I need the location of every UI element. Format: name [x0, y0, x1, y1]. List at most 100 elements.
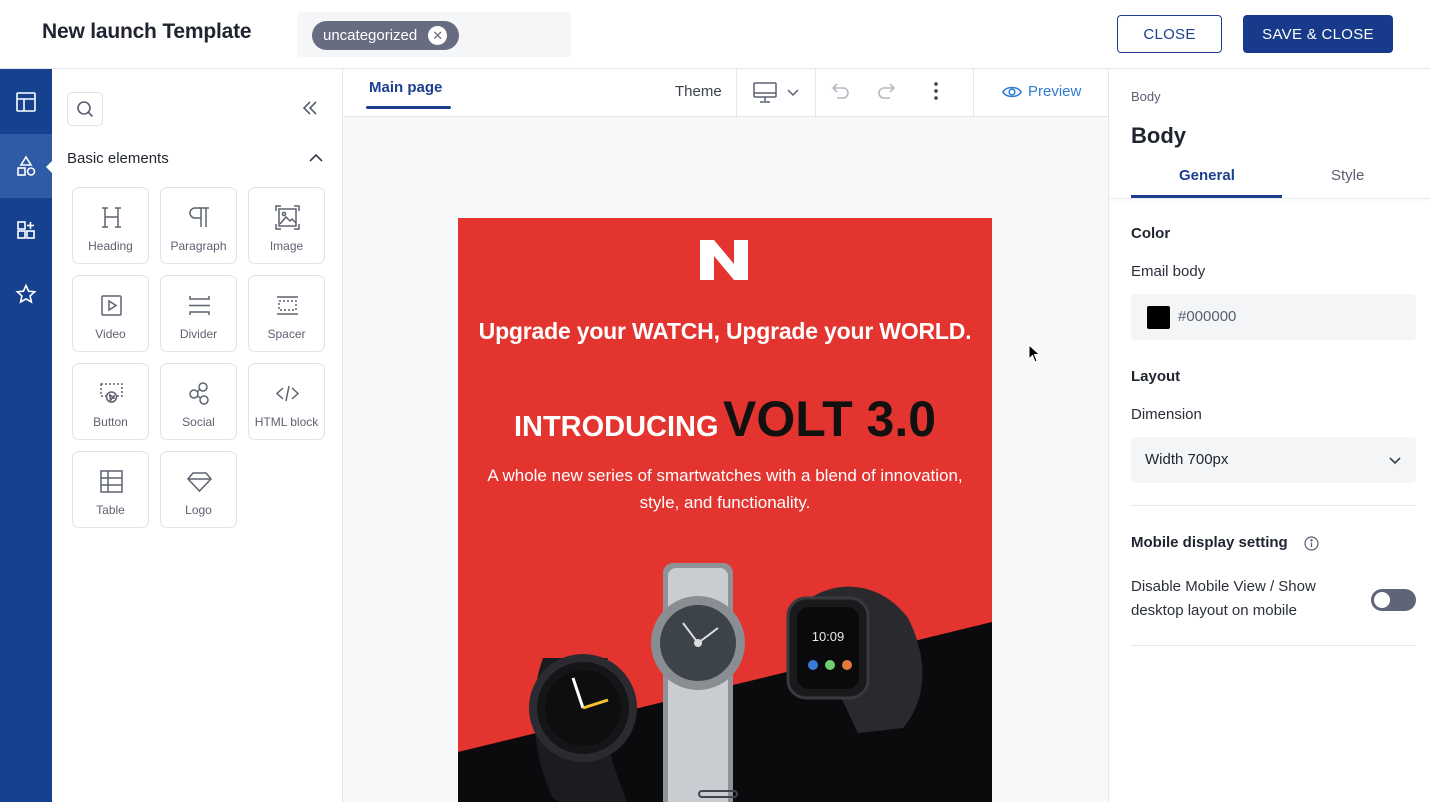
mobile-setting-text: Disable Mobile View / Show desktop layou… [1131, 578, 1316, 619]
redo-button[interactable] [876, 82, 898, 107]
brand-logo [700, 240, 748, 280]
color-swatch[interactable] [1147, 306, 1170, 329]
tile-label: Image [269, 239, 304, 253]
mobile-view-toggle[interactable] [1371, 589, 1416, 611]
rail-favorites-button[interactable] [0, 262, 52, 326]
logo-icon [186, 472, 213, 493]
editor-canvas[interactable]: 10:09 Upgrade your WATCH, Upgrade your W… [343, 117, 1108, 802]
email-body-label: Email body [1131, 263, 1206, 280]
template-title: New launch Template [42, 20, 252, 43]
tile-label: Button [93, 415, 128, 429]
tile-label: Social [182, 415, 215, 429]
email-intro: INTRODUCING VOLT 3.0 [458, 390, 992, 448]
toggle-knob [1374, 592, 1390, 608]
paragraph-icon [189, 207, 209, 227]
dimension-select[interactable]: Width 700px [1131, 437, 1416, 483]
tile-image[interactable]: Image [248, 187, 325, 264]
tile-label: Logo [185, 503, 212, 517]
tile-spacer[interactable]: Spacer [248, 275, 325, 352]
tile-html-block[interactable]: HTML block [248, 363, 325, 440]
tile-label: Video [95, 327, 126, 341]
canvas-resize-handle[interactable] [698, 790, 738, 798]
breadcrumb: Body [1131, 89, 1161, 104]
dimension-label: Dimension [1131, 406, 1202, 423]
redo-icon [878, 83, 896, 99]
undo-button[interactable] [829, 82, 851, 107]
tab-general[interactable]: General [1179, 167, 1235, 184]
device-selector[interactable] [753, 81, 803, 110]
tile-button[interactable]: Button [72, 363, 149, 440]
tile-label: Spacer [267, 327, 306, 341]
dimension-value: Width 700px [1145, 451, 1229, 468]
email-body-color-field[interactable]: #000000 [1131, 294, 1416, 340]
preview-button[interactable]: Preview [1028, 83, 1081, 100]
tab-main-page[interactable]: Main page [369, 79, 442, 96]
email-body[interactable]: 10:09 Upgrade your WATCH, Upgrade your W… [458, 218, 992, 802]
email-headline: Upgrade your WATCH, Upgrade your WORLD. [478, 318, 972, 344]
tile-paragraph[interactable]: Paragraph [160, 187, 237, 264]
elements-icon [17, 155, 36, 176]
basic-elements-heading: Basic elements [67, 150, 169, 167]
add-block-icon [17, 221, 35, 239]
star-icon [15, 283, 37, 304]
divider-icon [189, 296, 210, 315]
tab-style[interactable]: Style [1331, 167, 1364, 184]
tile-label: Table [96, 503, 125, 517]
undo-icon [831, 83, 849, 99]
mouse-cursor-icon [1028, 344, 1041, 363]
left-rail [0, 69, 53, 802]
watch-left-image [529, 654, 637, 802]
theme-button[interactable]: Theme [675, 83, 722, 100]
watch-time-text: 10:09 [812, 629, 845, 644]
section-divider [1131, 645, 1416, 646]
rail-layout-button[interactable] [0, 70, 52, 134]
tile-label: HTML block [254, 415, 319, 429]
toolbar-divider [973, 69, 974, 116]
color-heading: Color [1131, 225, 1171, 242]
intro-product-name: VOLT 3.0 [723, 391, 937, 447]
tile-social[interactable]: Social [160, 363, 237, 440]
info-icon[interactable] [1304, 536, 1319, 551]
remove-tag-icon[interactable]: ✕ [428, 26, 448, 45]
tile-heading[interactable]: Heading [72, 187, 149, 264]
tile-video[interactable]: Video [72, 275, 149, 352]
color-hex-value: #000000 [1178, 308, 1237, 325]
chevron-up-icon[interactable] [309, 151, 323, 170]
tile-label: Paragraph [170, 239, 227, 253]
more-options-button[interactable] [931, 81, 941, 106]
tile-label: Divider [179, 327, 218, 341]
intro-small-text: INTRODUCING [513, 411, 719, 443]
video-icon [101, 295, 122, 316]
rail-blocks-button[interactable] [0, 198, 52, 262]
close-button[interactable]: CLOSE [1117, 15, 1222, 53]
email-description-line: A whole new series of smartwatches with … [487, 466, 963, 485]
desktop-icon [753, 82, 799, 103]
rail-elements-button[interactable] [0, 134, 53, 198]
tile-label: Heading [88, 239, 133, 253]
app-header: New launch Template uncategorized ✕ CLOS… [0, 0, 1430, 69]
email-description-line: style, and functionality. [639, 493, 811, 512]
elements-panel: Basic elements Heading Paragraph Image V… [52, 69, 343, 802]
tile-logo[interactable]: Logo [160, 451, 237, 528]
code-icon [275, 385, 300, 402]
watch-center-image [651, 563, 745, 802]
table-icon [100, 470, 123, 493]
heading-icon [102, 207, 121, 228]
search-icon [77, 101, 94, 118]
category-field[interactable]: uncategorized ✕ [297, 12, 571, 57]
save-and-close-button[interactable]: SAVE & CLOSE [1243, 15, 1393, 53]
button-icon [100, 383, 123, 403]
tile-divider[interactable]: Divider [160, 275, 237, 352]
preview-eye-icon [1002, 84, 1022, 105]
properties-title: Body [1131, 123, 1186, 148]
search-button[interactable] [67, 92, 103, 126]
section-divider [1131, 505, 1416, 506]
tile-table[interactable]: Table [72, 451, 149, 528]
image-icon [275, 205, 300, 230]
layout-icon [16, 92, 36, 112]
collapse-panel-icon[interactable] [302, 99, 318, 122]
tabs-divider [1109, 198, 1430, 199]
more-vertical-icon [934, 82, 938, 100]
active-tab-indicator [366, 106, 451, 109]
social-icon [189, 382, 209, 405]
